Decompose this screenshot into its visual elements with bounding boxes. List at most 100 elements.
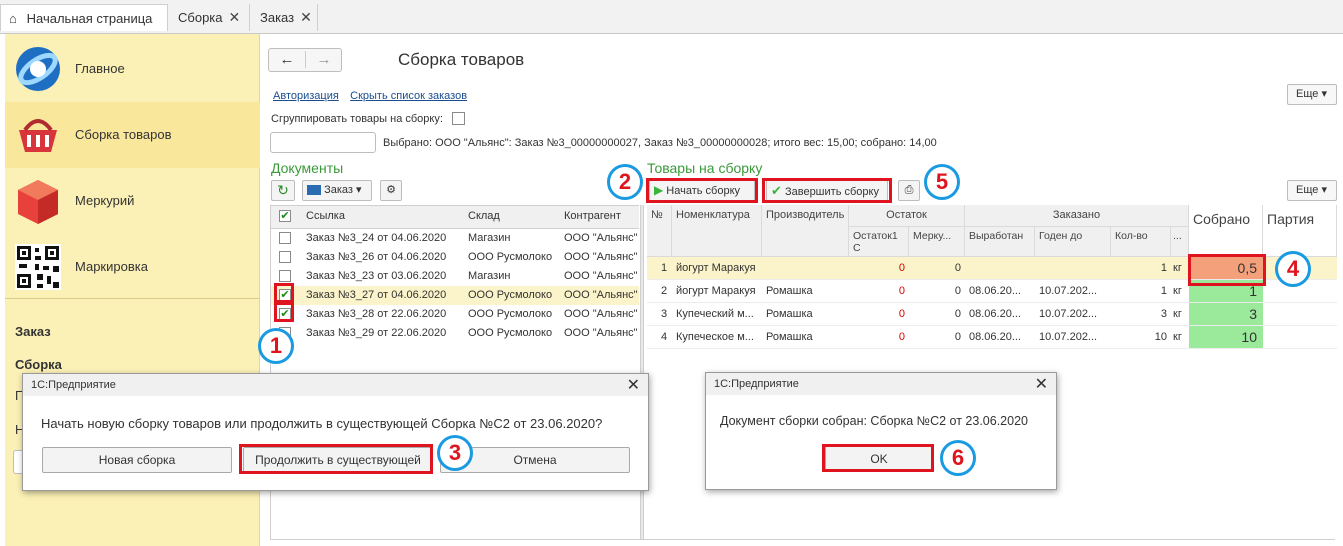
hide-orders-link[interactable]: Скрыть список заказов xyxy=(350,90,467,102)
doc-ref: Заказ №3_28 от 22.06.2020 xyxy=(306,308,447,320)
table-row[interactable]: ✔ Заказ №3_27 от 04.06.2020 ООО Русмолок… xyxy=(271,286,639,305)
sidebar-item-assembly[interactable]: Сборка товаров xyxy=(5,102,260,168)
row-unit: кг xyxy=(1173,308,1182,320)
print-icon[interactable]: ⎙ xyxy=(898,180,920,201)
row-merk: 0 xyxy=(954,262,961,274)
group-input[interactable] xyxy=(270,132,376,153)
row-made: 08.06.20... xyxy=(969,308,1021,320)
group-checkbox[interactable] xyxy=(452,112,465,125)
column-header[interactable]: Выработан xyxy=(965,227,1035,257)
sidebar-item-main[interactable]: Главное xyxy=(5,36,260,102)
close-icon[interactable]: ✕ xyxy=(229,9,241,25)
back-arrow-icon[interactable]: ← xyxy=(269,51,305,68)
column-header[interactable]: Ссылка xyxy=(306,210,345,222)
column-header[interactable]: Годен до xyxy=(1035,227,1111,257)
column-header[interactable]: Остаток1 С xyxy=(849,227,909,257)
row-rest1: 0 xyxy=(898,262,905,274)
collected-cell[interactable]: 10 xyxy=(1189,326,1263,348)
row-qty: 10 xyxy=(1154,331,1167,343)
collected-cell[interactable]: 3 xyxy=(1189,303,1263,325)
table-row[interactable]: Заказ №3_26 от 04.06.2020 ООО Русмолоко … xyxy=(271,248,639,267)
order-dropdown-button[interactable]: Заказ ▾ xyxy=(302,180,372,201)
row-checkbox[interactable] xyxy=(279,251,291,263)
goods-more-button[interactable]: Еще ▾ xyxy=(1287,180,1337,201)
row-name: йогурт Маракуя xyxy=(676,262,756,274)
nav-buttons: ← → xyxy=(268,48,342,72)
row-rest1: 0 xyxy=(898,285,905,297)
settings-icon[interactable]: ⚙ xyxy=(380,180,402,201)
bottom-border xyxy=(270,539,1335,540)
row-merk: 0 xyxy=(954,308,961,320)
row-made: 08.06.20... xyxy=(969,285,1021,297)
row-checkbox[interactable] xyxy=(279,270,291,282)
column-header[interactable]: Собрано xyxy=(1189,205,1263,257)
highlight-box xyxy=(274,302,294,322)
auth-link[interactable]: Авторизация xyxy=(273,90,339,102)
close-icon[interactable]: ✕ xyxy=(1035,374,1048,394)
step-marker: 6 xyxy=(940,440,976,476)
goods-more-label: Еще xyxy=(1296,184,1319,196)
doc-stock: ООО Русмолоко xyxy=(468,327,553,339)
close-icon[interactable]: ✕ xyxy=(627,375,640,395)
row-rest1: 0 xyxy=(898,331,905,343)
more-button[interactable]: Еще ▾ xyxy=(1287,84,1337,105)
tab-assembly[interactable]: Сборка ✕ xyxy=(170,4,250,31)
row-num: 3 xyxy=(661,308,668,320)
column-header[interactable]: Остаток xyxy=(849,205,965,227)
document-icon xyxy=(307,185,321,196)
column-header[interactable]: Мерку... xyxy=(909,227,965,257)
cube-icon xyxy=(18,180,58,224)
doc-ref: Заказ №3_24 от 04.06.2020 xyxy=(306,232,447,244)
table-row[interactable]: Заказ №3_24 от 04.06.2020 Магазин ООО "А… xyxy=(271,229,639,248)
sidebar-link-order[interactable]: Заказ xyxy=(15,324,51,339)
tab-home[interactable]: ⌂ Начальная страница xyxy=(0,4,168,31)
close-icon[interactable]: ✕ xyxy=(300,9,312,25)
column-header[interactable]: № xyxy=(647,205,672,257)
row-maker: Ромашка xyxy=(766,285,813,297)
table-row[interactable]: 4 Купеческое м... Ромашка 0 0 08.06.20..… xyxy=(647,326,1337,349)
column-header[interactable]: Контрагент xyxy=(564,210,621,222)
table-row[interactable]: 3 Купеческий м... Ромашка 0 0 08.06.20..… xyxy=(647,303,1337,326)
column-header[interactable]: Партия xyxy=(1263,205,1337,257)
sidebar-item-mercury[interactable]: Меркурий xyxy=(5,168,260,234)
row-qty: 1 xyxy=(1160,285,1167,297)
page-title: Сборка товаров xyxy=(398,50,525,69)
select-all-checkbox[interactable]: ✔ xyxy=(279,210,291,222)
row-maker: Ромашка xyxy=(766,308,813,320)
group-label: Сгруппировать товары на сборку: xyxy=(271,113,443,125)
basket-icon xyxy=(19,119,57,152)
row-maker: Ромашка xyxy=(766,331,813,343)
order-dropdown-label: Заказ xyxy=(324,184,353,196)
row-unit: кг xyxy=(1173,331,1182,343)
column-header[interactable]: Склад xyxy=(468,210,500,222)
sidebar-link-assembly[interactable]: Сборка xyxy=(15,357,62,372)
documents-table-header: ✔ Ссылка Склад Контрагент xyxy=(271,205,639,229)
column-header[interactable]: ... xyxy=(1171,227,1189,257)
row-until: 10.07.202... xyxy=(1039,308,1098,320)
step-marker: 4 xyxy=(1275,251,1311,287)
column-header[interactable]: Номенклатура xyxy=(672,205,762,257)
refresh-icon[interactable]: ↻ xyxy=(271,180,295,201)
row-checkbox[interactable] xyxy=(279,232,291,244)
sidebar-item-marking[interactable]: Маркировка xyxy=(5,234,260,300)
row-unit: кг xyxy=(1173,262,1182,274)
table-row[interactable]: Заказ №3_23 от 03.06.2020 Магазин ООО "А… xyxy=(271,267,639,286)
tab-assembly-label: Сборка xyxy=(178,10,223,25)
tab-order[interactable]: Заказ ✕ xyxy=(252,4,318,31)
highlight-box xyxy=(762,178,892,203)
column-header[interactable]: Производитель xyxy=(762,205,849,257)
doc-ref: Заказ №3_26 от 04.06.2020 xyxy=(306,251,447,263)
forward-arrow-icon[interactable]: → xyxy=(305,51,342,68)
column-header[interactable]: Заказано xyxy=(965,205,1189,227)
qr-code-icon xyxy=(15,244,61,290)
home-icon: ⌂ xyxy=(9,11,17,26)
doc-stock: ООО Русмолоко xyxy=(468,251,553,263)
row-qty: 3 xyxy=(1160,308,1167,320)
dialog-title: 1С:Предприятие xyxy=(23,374,648,396)
doc-stock: Магазин xyxy=(468,232,511,244)
table-row[interactable]: ✔ Заказ №3_28 от 22.06.2020 ООО Русмолок… xyxy=(271,305,639,324)
new-assembly-button[interactable]: Новая сборка xyxy=(42,447,232,473)
table-row[interactable]: Заказ №3_29 от 22.06.2020 ООО Русмолоко … xyxy=(271,324,639,343)
highlight-box xyxy=(1188,254,1266,286)
column-header[interactable]: Кол-во xyxy=(1111,227,1171,257)
